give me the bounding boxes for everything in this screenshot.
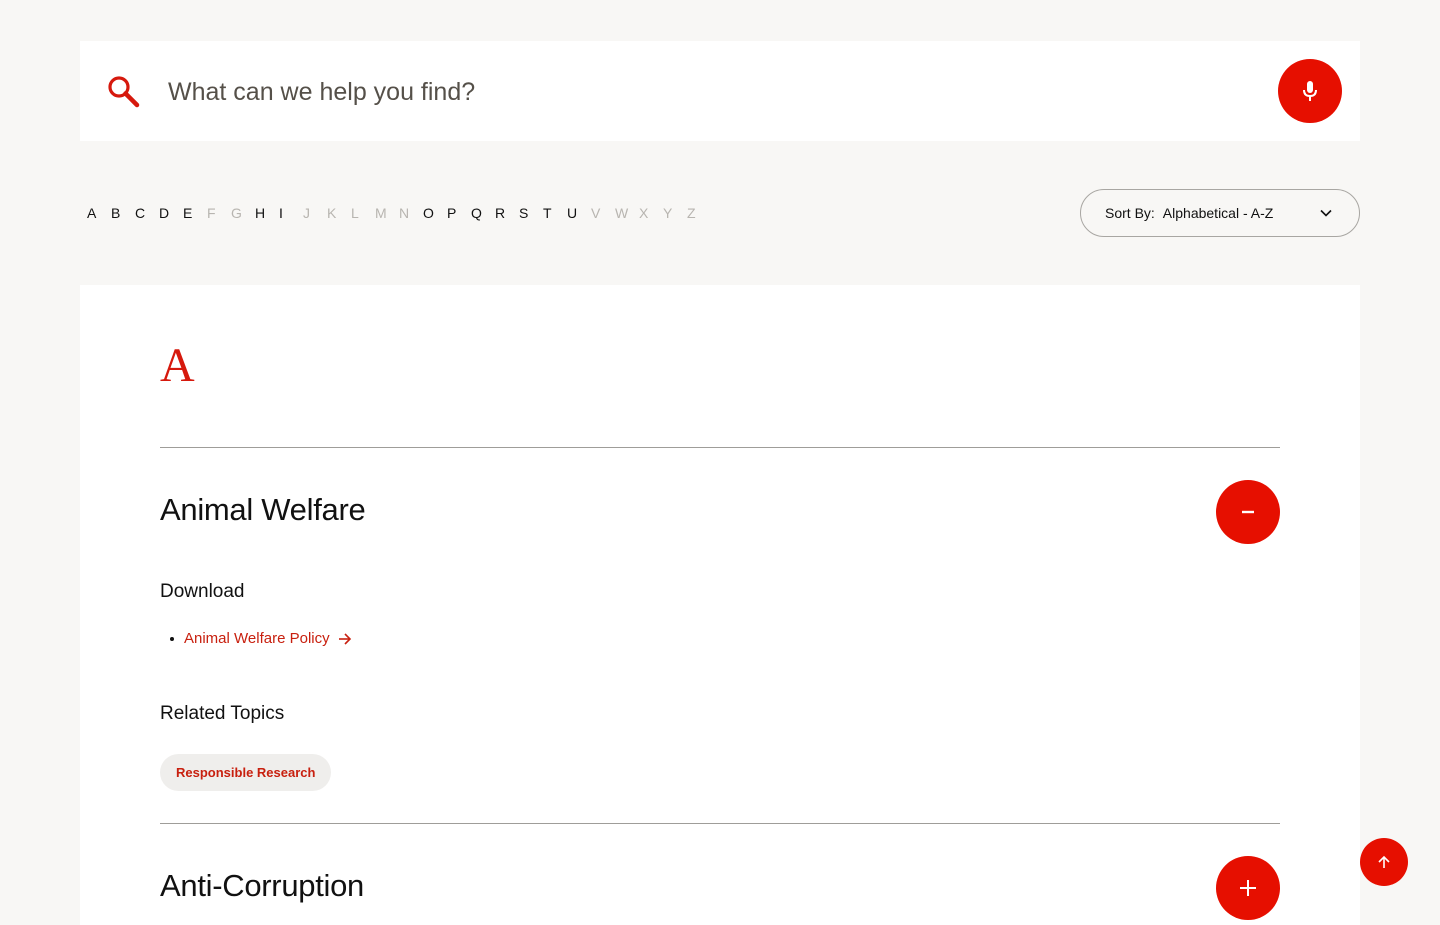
alphabet-letter-s[interactable]: S <box>519 205 543 221</box>
plus-icon <box>1240 880 1256 896</box>
alphabet-nav: ABCDEFGHIJ KLMNOPQRSTUVWXYZ <box>87 201 711 225</box>
alphabet-letter-k: K <box>327 205 337 221</box>
section-letter: A <box>160 339 195 392</box>
alphabet-letter-u[interactable]: U <box>567 205 591 221</box>
alphabet-letter-f: F <box>207 205 216 221</box>
alphabet-letter-y: Y <box>663 205 673 221</box>
alphabet-letter-d[interactable]: D <box>159 205 183 221</box>
search-icon <box>108 76 140 108</box>
alphabet-letter-z: Z <box>687 205 696 221</box>
minus-icon <box>1242 510 1254 514</box>
alphabet-letter-c[interactable]: C <box>135 205 159 221</box>
expand-button[interactable] <box>1216 856 1280 920</box>
sort-value: Alphabetical - A-Z <box>1162 205 1274 221</box>
alphabet-letter-b[interactable]: B <box>111 205 135 221</box>
divider <box>160 447 1280 448</box>
topic-title-animal-welfare[interactable]: Animal Welfare <box>160 492 366 528</box>
sort-dropdown[interactable]: Sort By: Alphabetical - A-Z <box>1080 189 1360 237</box>
link-label: Animal Welfare Policy <box>184 630 330 647</box>
related-topic-chip[interactable]: Responsible Research <box>160 754 332 791</box>
arrow-right-icon <box>338 632 351 645</box>
alphabet-letter-h[interactable]: H <box>255 205 279 221</box>
alphabet-letter-x: X <box>639 205 649 221</box>
alphabet-letter-r[interactable]: R <box>495 205 519 221</box>
topic-title-anti-corruption[interactable]: Anti-Corruption <box>160 868 364 904</box>
alphabet-letter-a[interactable]: A <box>87 205 111 221</box>
topics-panel <box>80 285 1360 925</box>
back-to-top-button[interactable] <box>1360 838 1408 886</box>
alphabet-letter-w: W <box>615 205 629 221</box>
microphone-icon <box>1303 81 1317 101</box>
alphabet-letter-p[interactable]: P <box>447 205 471 221</box>
chevron-down-icon <box>1320 209 1332 217</box>
alphabet-letter-j: J <box>303 205 310 221</box>
alphabet-letter-m: M <box>375 205 387 221</box>
alphabet-letter-t[interactable]: T <box>543 205 567 221</box>
alphabet-letter-i[interactable]: I <box>279 205 303 221</box>
alphabet-letter-q[interactable]: Q <box>471 205 495 221</box>
related-topics-heading: Related Topics <box>160 703 285 724</box>
voice-search-button[interactable] <box>1278 59 1342 123</box>
alphabet-letter-o[interactable]: O <box>423 205 447 221</box>
alphabet-letter-v: V <box>591 205 601 221</box>
search-input[interactable] <box>168 66 1248 118</box>
alphabet-letter-g: G <box>231 205 242 221</box>
divider <box>160 823 1280 824</box>
alphabet-letter-n: N <box>399 205 410 221</box>
animal-welfare-policy-link[interactable]: Animal Welfare Policy <box>184 630 352 647</box>
download-heading: Download <box>160 581 245 602</box>
alphabet-letter-e[interactable]: E <box>183 205 207 221</box>
list-bullet <box>170 637 174 641</box>
alphabet-letter-l: L <box>351 205 359 221</box>
sort-label: Sort By: <box>1105 205 1155 221</box>
collapse-button[interactable] <box>1216 480 1280 544</box>
arrow-up-icon <box>1378 855 1390 868</box>
